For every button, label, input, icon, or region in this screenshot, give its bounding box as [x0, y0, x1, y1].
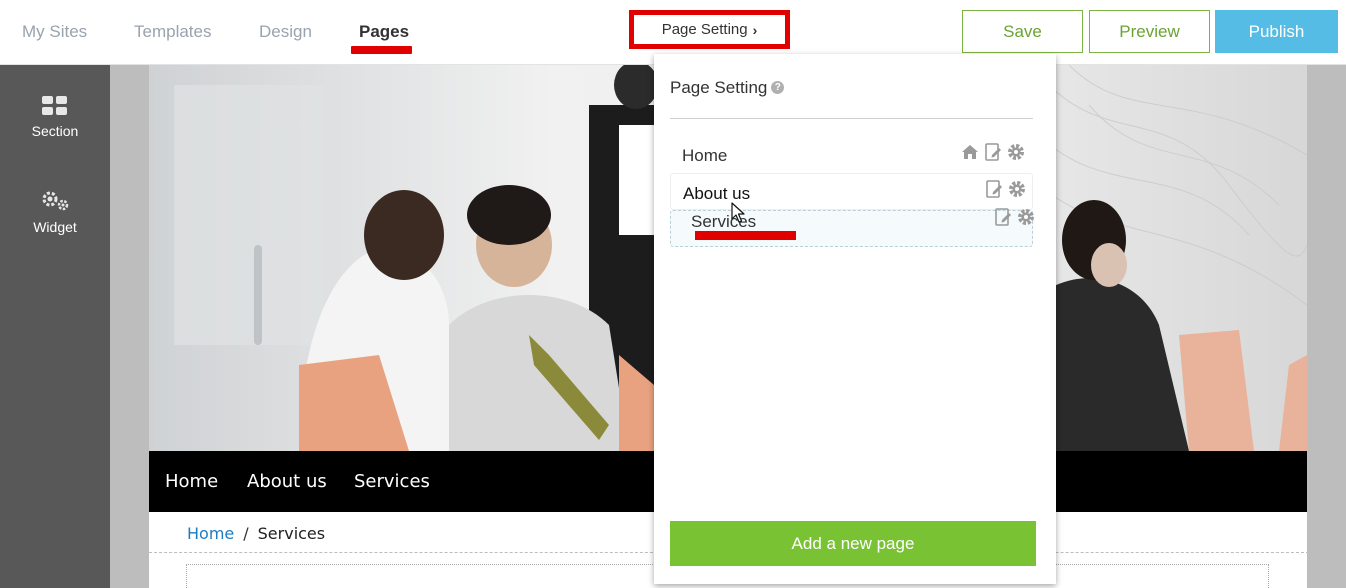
sidebar-item-section[interactable]: Section — [0, 95, 110, 139]
page-row-services[interactable]: Services — [670, 207, 1036, 247]
page-setting-panel: Page Setting? Home About us Services Add… — [654, 54, 1056, 584]
site-nav-about-us[interactable]: About us — [247, 471, 327, 492]
panel-title: Page Setting? — [670, 78, 785, 98]
publish-button[interactable]: Publish — [1215, 10, 1338, 53]
gear-icon[interactable] — [1007, 179, 1027, 199]
grid-icon — [42, 96, 67, 115]
breadcrumb-current: Services — [257, 524, 326, 543]
breadcrumb-home-link[interactable]: Home — [187, 524, 234, 543]
sidebar-item-widget[interactable]: Widget — [0, 189, 110, 235]
breadcrumb-separator: / — [243, 524, 249, 543]
gears-icon — [42, 191, 69, 211]
left-sidebar: Section Widget — [0, 65, 110, 588]
tab-design[interactable]: Design — [259, 22, 312, 42]
panel-title-text: Page Setting — [670, 78, 768, 97]
page-row-about-us[interactable]: About us — [670, 173, 1033, 210]
mouse-cursor-icon — [731, 202, 745, 223]
page-label: Services — [691, 212, 757, 231]
site-nav-services[interactable]: Services — [354, 471, 430, 492]
active-tab-underline — [351, 46, 412, 54]
help-icon[interactable]: ? — [771, 81, 785, 94]
breadcrumb: Home / Services — [187, 524, 325, 543]
gear-icon[interactable] — [1006, 142, 1026, 162]
site-nav-home[interactable]: Home — [165, 471, 218, 492]
chevron-right-icon: › — [752, 21, 758, 38]
sidebar-item-label: Widget — [33, 219, 77, 235]
save-button[interactable]: Save — [962, 10, 1083, 53]
edit-page-icon[interactable] — [983, 142, 1003, 162]
page-setting-label: Page Setting — [661, 21, 748, 38]
highlight-mark — [695, 231, 796, 240]
tab-templates[interactable]: Templates — [134, 22, 211, 42]
home-icon[interactable] — [960, 142, 980, 162]
preview-button[interactable]: Preview — [1089, 10, 1210, 53]
page-row-home[interactable]: Home — [670, 136, 1033, 173]
edit-page-icon[interactable] — [993, 207, 1013, 227]
add-new-page-button[interactable]: Add a new page — [670, 521, 1036, 566]
tab-my-sites[interactable]: My Sites — [22, 22, 87, 42]
sidebar-item-label: Section — [31, 123, 79, 139]
edit-page-icon[interactable] — [984, 179, 1004, 199]
panel-divider — [670, 118, 1033, 119]
gear-icon[interactable] — [1016, 207, 1036, 227]
page-label: About us — [683, 184, 751, 203]
page-setting-button[interactable]: Page Setting › — [629, 10, 790, 49]
tab-pages[interactable]: Pages — [359, 22, 409, 42]
page-label: Home — [682, 146, 728, 165]
